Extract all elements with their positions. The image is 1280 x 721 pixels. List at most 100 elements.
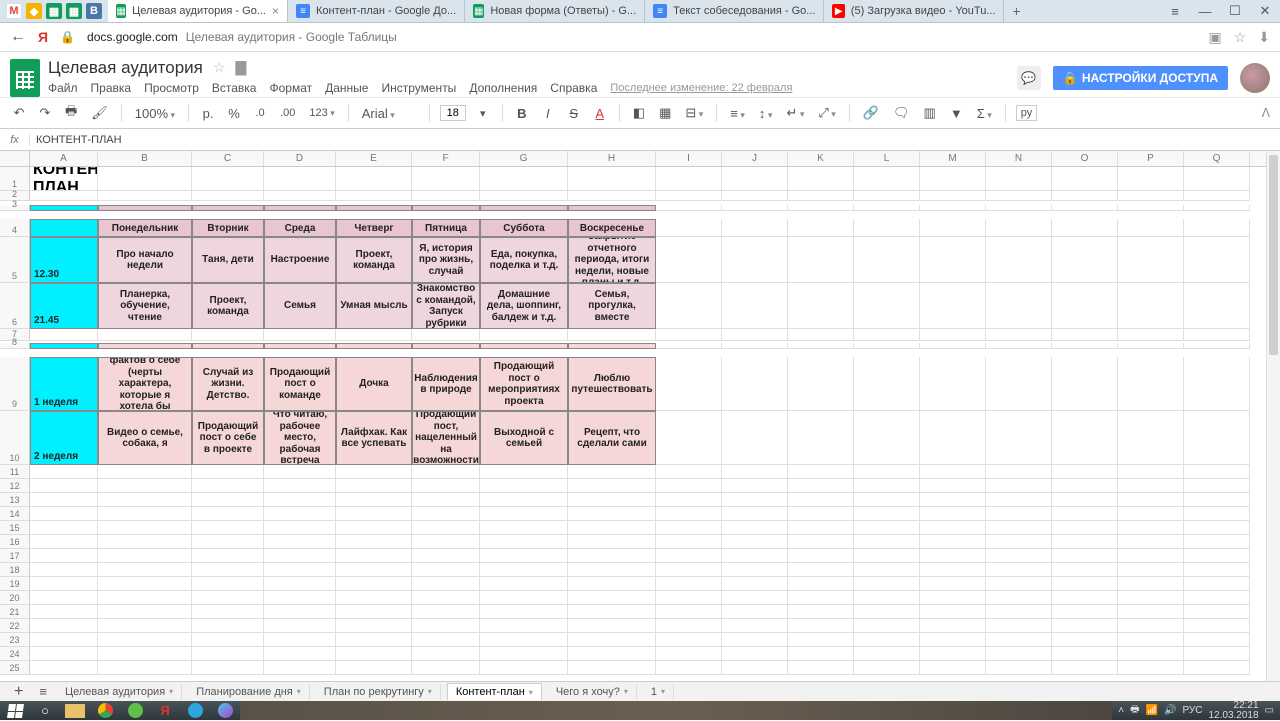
cell[interactable]: [336, 329, 412, 341]
cell[interactable]: [656, 329, 722, 341]
cell[interactable]: Понедельник: [98, 219, 192, 237]
cell[interactable]: [854, 591, 920, 605]
cell[interactable]: [336, 521, 412, 535]
cell[interactable]: [412, 549, 480, 563]
cell[interactable]: [920, 329, 986, 341]
cell[interactable]: Продающий пост о себе в проекте: [192, 411, 264, 465]
cell[interactable]: Видео о семье, собака, я: [98, 411, 192, 465]
cell[interactable]: [986, 191, 1052, 201]
cell[interactable]: [656, 591, 722, 605]
menu-edit[interactable]: Правка: [91, 81, 132, 95]
cell[interactable]: [336, 191, 412, 201]
cell[interactable]: [568, 633, 656, 647]
cell[interactable]: [722, 521, 788, 535]
cell[interactable]: [788, 633, 854, 647]
cell[interactable]: [30, 507, 98, 521]
browser-tab[interactable]: ≡Контент-план - Google До...: [288, 0, 465, 22]
cell[interactable]: [986, 465, 1052, 479]
add-sheet-button[interactable]: +: [8, 683, 29, 701]
cell[interactable]: Рецепт, что сделали сами: [568, 411, 656, 465]
cell[interactable]: [1118, 343, 1184, 349]
cell[interactable]: [480, 661, 568, 675]
cell[interactable]: [1118, 283, 1184, 329]
cell[interactable]: [1052, 283, 1118, 329]
cell[interactable]: [1184, 577, 1250, 591]
minimize-button[interactable]: —: [1190, 0, 1220, 22]
decrease-decimals-button[interactable]: .0: [251, 105, 269, 121]
taskbar-chrome-icon[interactable]: [90, 701, 120, 720]
cell[interactable]: [920, 465, 986, 479]
cell[interactable]: [264, 661, 336, 675]
cell[interactable]: [98, 205, 192, 211]
cell[interactable]: [1052, 633, 1118, 647]
formula-value[interactable]: КОНТЕНТ-ПЛАН: [30, 134, 122, 146]
cell[interactable]: [336, 577, 412, 591]
cell[interactable]: [1052, 507, 1118, 521]
cell[interactable]: Наблюдения в природе: [412, 357, 480, 411]
cell[interactable]: [480, 633, 568, 647]
pinned-gmail-icon[interactable]: M: [6, 3, 22, 19]
cell[interactable]: Продающий пост о команде: [264, 357, 336, 411]
cell[interactable]: [264, 605, 336, 619]
cell[interactable]: Умная мысль: [336, 283, 412, 329]
cell[interactable]: [568, 549, 656, 563]
cell[interactable]: [412, 619, 480, 633]
cell[interactable]: [920, 411, 986, 465]
cell[interactable]: [264, 577, 336, 591]
cell[interactable]: [1118, 647, 1184, 661]
cell[interactable]: [98, 191, 192, 201]
cell[interactable]: Знакомство с командой, Запуск рубрики: [412, 283, 480, 329]
pinned-sheets-icon[interactable]: ▦: [46, 3, 62, 19]
rotate-button[interactable]: ⤢: [815, 103, 838, 123]
cell[interactable]: [264, 549, 336, 563]
col-header[interactable]: B: [98, 151, 192, 166]
cell[interactable]: [412, 205, 480, 211]
cell[interactable]: [1052, 343, 1118, 349]
cell[interactable]: [920, 605, 986, 619]
cell[interactable]: [788, 507, 854, 521]
cell[interactable]: [30, 493, 98, 507]
zoom-select[interactable]: 100%: [132, 104, 178, 123]
cell[interactable]: [656, 411, 722, 465]
cell[interactable]: [1184, 465, 1250, 479]
menu-view[interactable]: Просмотр: [144, 81, 199, 95]
cell[interactable]: [1118, 357, 1184, 411]
cell[interactable]: [412, 563, 480, 577]
cell[interactable]: [568, 577, 656, 591]
cell[interactable]: [480, 191, 568, 201]
col-header[interactable]: G: [480, 151, 568, 166]
cell[interactable]: [192, 605, 264, 619]
col-header[interactable]: O: [1052, 151, 1118, 166]
cell[interactable]: [788, 647, 854, 661]
document-title[interactable]: Целевая аудитория: [48, 58, 203, 78]
cell[interactable]: [986, 357, 1052, 411]
cell[interactable]: Планерка, обучение, чтение: [98, 283, 192, 329]
cell[interactable]: [480, 647, 568, 661]
cell[interactable]: Закрытие отчетного периода, итоги недели…: [568, 237, 656, 283]
cell[interactable]: [656, 605, 722, 619]
font-select[interactable]: Arial: [359, 104, 419, 123]
cell[interactable]: [30, 633, 98, 647]
col-header[interactable]: L: [854, 151, 920, 166]
increase-decimals-button[interactable]: .00: [277, 105, 298, 121]
cell[interactable]: [1184, 549, 1250, 563]
wrap-button[interactable]: ↵: [783, 103, 807, 123]
cell[interactable]: [336, 167, 412, 191]
cell[interactable]: [264, 205, 336, 211]
cell[interactable]: [336, 661, 412, 675]
cell[interactable]: [920, 577, 986, 591]
cell[interactable]: [1184, 493, 1250, 507]
taskbar-search-icon[interactable]: ○: [30, 701, 60, 720]
cell[interactable]: [854, 661, 920, 675]
cell[interactable]: [1184, 535, 1250, 549]
cell[interactable]: [788, 535, 854, 549]
cell[interactable]: [568, 465, 656, 479]
cell[interactable]: [788, 237, 854, 283]
font-size-dd[interactable]: ▾: [474, 105, 492, 122]
cell[interactable]: [1118, 563, 1184, 577]
taskbar-telegram-icon[interactable]: [180, 701, 210, 720]
cell[interactable]: [30, 577, 98, 591]
cell[interactable]: [722, 411, 788, 465]
cell[interactable]: [788, 465, 854, 479]
cell[interactable]: [920, 343, 986, 349]
